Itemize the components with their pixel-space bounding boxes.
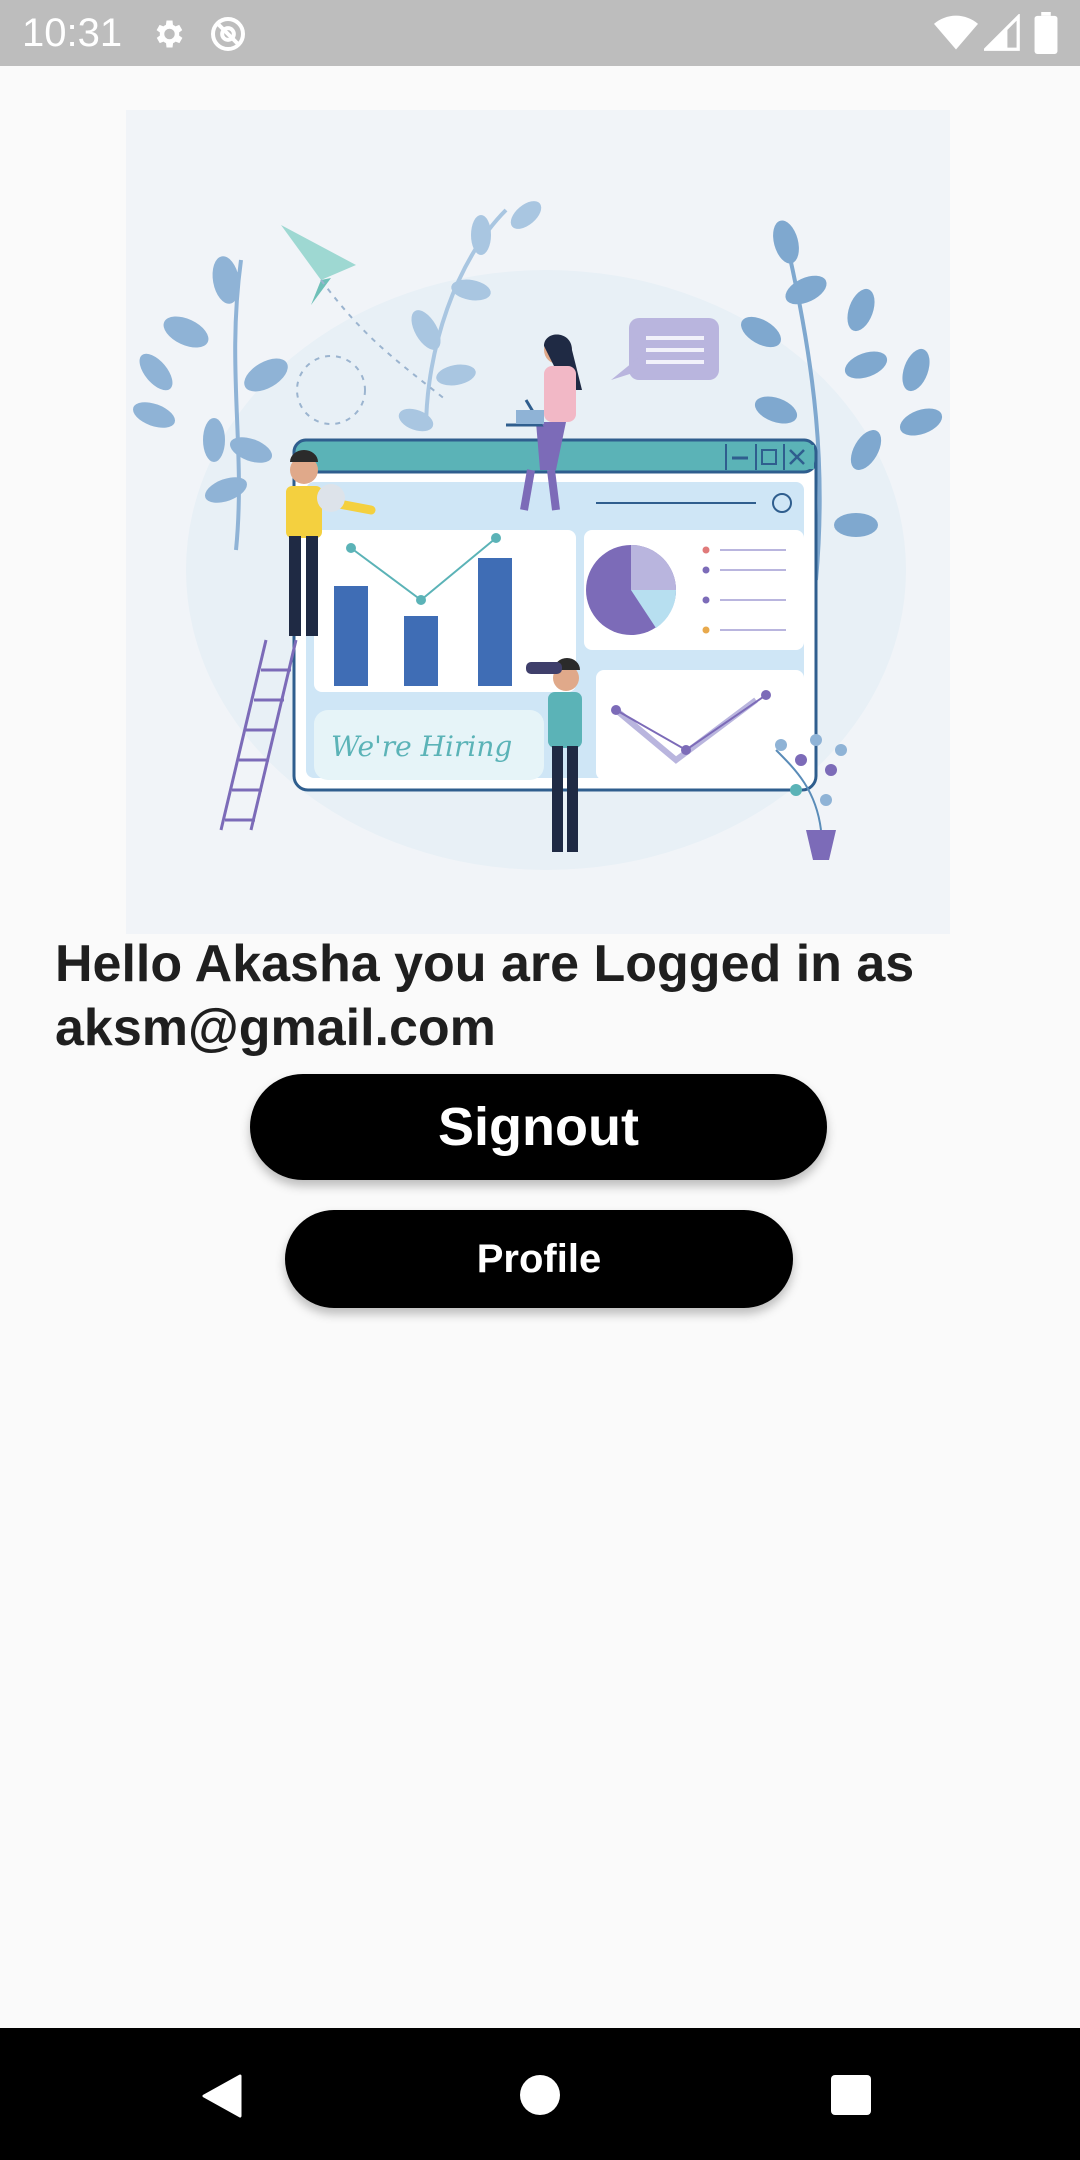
- home-icon[interactable]: [518, 2073, 562, 2117]
- battery-icon: [1034, 12, 1058, 54]
- navigation-bar: [0, 2028, 1080, 2160]
- hiring-banner-text: We're Hiring: [331, 730, 512, 763]
- signout-button[interactable]: Signout: [250, 1074, 827, 1180]
- greeting-text: Hello Akasha you are Logged in as aksm@g…: [55, 935, 915, 1057]
- profile-button[interactable]: Profile: [285, 1210, 793, 1308]
- recents-icon[interactable]: [829, 2073, 873, 2117]
- wifi-icon: [934, 15, 978, 50]
- signal-icon: [984, 14, 1020, 51]
- screen: 10:31 We're Hiring Hello Akasha you are …: [0, 0, 1080, 2160]
- settings-icon: [156, 20, 183, 48]
- back-icon[interactable]: [200, 2072, 244, 2120]
- status-bar: 10:31: [0, 0, 1080, 66]
- hiring-illustration: We're Hiring: [126, 110, 950, 934]
- sync-icon: [211, 17, 245, 51]
- status-time: 10:31: [22, 11, 123, 55]
